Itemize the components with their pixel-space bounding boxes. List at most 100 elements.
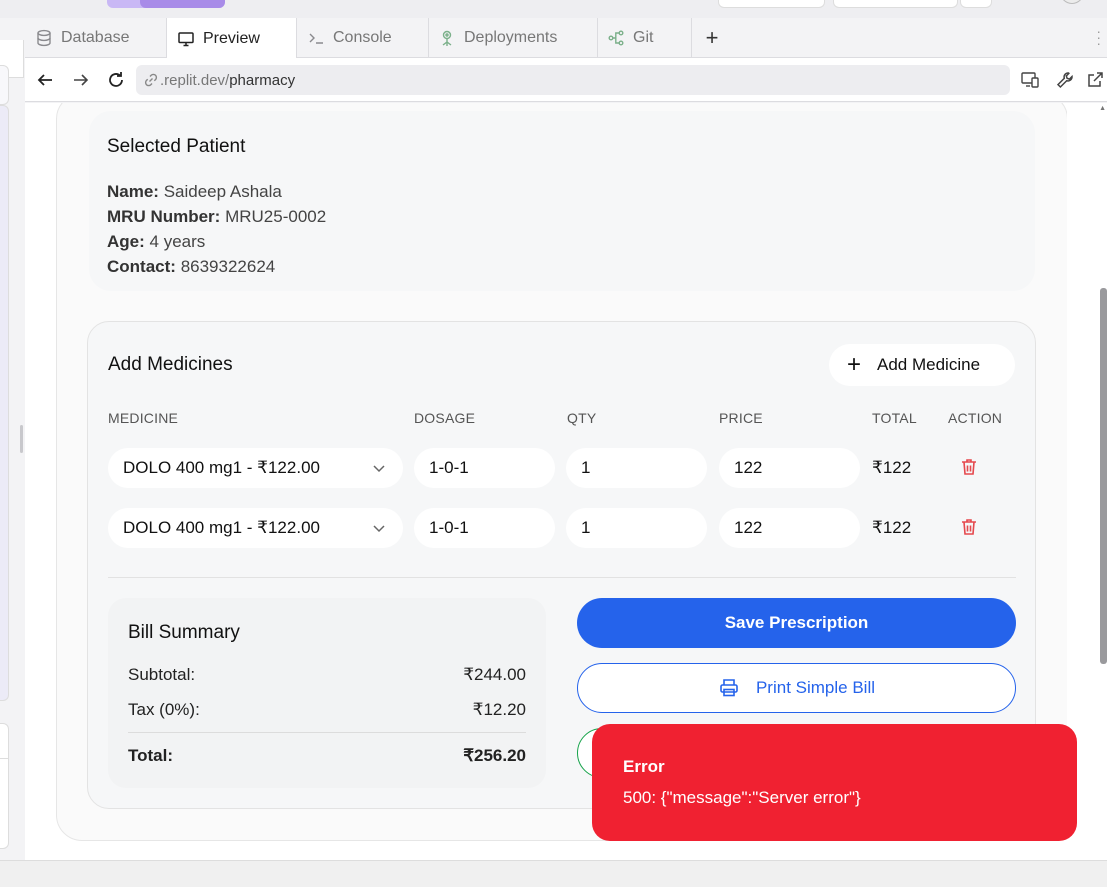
- tab-label: Deployments: [464, 29, 558, 46]
- devtools-button[interactable]: [1055, 70, 1075, 90]
- medicine-select[interactable]: DOLO 400 mg1 - ₹122.00: [108, 508, 403, 548]
- row-total: ₹122: [872, 518, 912, 537]
- toast-message: 500: {"message":"Server error"}: [623, 788, 861, 807]
- tab-deployments[interactable]: Deployments: [428, 18, 597, 58]
- taskbar-strip: [0, 860, 1107, 887]
- tab-label: Git: [633, 29, 654, 46]
- patient-name: Name: Saideep Ashala: [107, 182, 282, 202]
- patient-mru: MRU Number: MRU25-0002: [107, 207, 326, 227]
- devices-icon: [1021, 72, 1039, 88]
- divider: [108, 577, 1016, 578]
- price-input[interactable]: 122: [719, 508, 860, 548]
- monitor-icon: [177, 30, 195, 48]
- reload-button[interactable]: [104, 68, 128, 92]
- tab-console[interactable]: Console: [297, 18, 428, 58]
- chevron-down-icon: [373, 465, 385, 473]
- deployments-icon: [438, 29, 456, 47]
- save-prescription-button[interactable]: Save Prescription: [577, 598, 1016, 648]
- dosage-input[interactable]: 1-0-1: [414, 448, 555, 488]
- print-simple-bill-button[interactable]: Print Simple Bill: [577, 663, 1016, 713]
- arrow-right-icon: [74, 74, 89, 86]
- row-total: ₹122: [872, 458, 912, 477]
- wrench-icon: [1056, 72, 1073, 89]
- subtotal-label: Subtotal:: [128, 665, 196, 684]
- back-button[interactable]: [33, 68, 57, 92]
- tab-label: Preview: [203, 29, 260, 47]
- column-header-total: TOTAL: [872, 410, 917, 426]
- scrollbar-thumb[interactable]: [1100, 288, 1107, 664]
- tab-git[interactable]: Git: [597, 18, 691, 58]
- select-value: DOLO 400 mg1 - ₹122.00: [123, 458, 320, 477]
- subtotal-value: ₹244.00: [463, 665, 526, 684]
- browser-toolbar: .replit.dev/pharmacy: [25, 58, 1107, 102]
- link-icon: [144, 73, 158, 87]
- plus-icon: +: [847, 351, 862, 378]
- price-input[interactable]: 122: [719, 448, 860, 488]
- reload-icon: [109, 72, 123, 87]
- bill-summary: Bill Summary Subtotal: ₹244.00 Tax (0%):…: [108, 598, 546, 788]
- forward-button[interactable]: [69, 68, 93, 92]
- resize-handle[interactable]: [20, 425, 23, 453]
- left-panel-content: [0, 105, 9, 701]
- open-external-button[interactable]: [1085, 70, 1105, 90]
- divider: [0, 758, 9, 759]
- tab-label: Console: [333, 29, 392, 46]
- column-header-price: PRICE: [719, 410, 763, 426]
- select-value: DOLO 400 mg1 - ₹122.00: [123, 518, 320, 537]
- column-header-dosage: DOSAGE: [414, 410, 476, 426]
- field-label: Name:: [107, 182, 159, 201]
- button-label: Add Medicine: [877, 355, 981, 374]
- external-link-icon: [1088, 72, 1103, 87]
- error-toast[interactable]: Error 500: {"message":"Server error"}: [592, 724, 1077, 841]
- section-title: Selected Patient: [107, 136, 246, 157]
- field-value: Saideep Ashala: [163, 182, 282, 201]
- add-tab-button[interactable]: +: [692, 18, 732, 58]
- tab-database[interactable]: Database: [25, 18, 166, 58]
- patient-contact: Contact: 8639322624: [107, 257, 275, 277]
- left-panel-footer: [0, 723, 9, 849]
- field-value: 4 years: [149, 232, 206, 251]
- selected-patient-card: Selected Patient Name: Saideep Ashala MR…: [89, 111, 1035, 291]
- field-value: 8639322624: [180, 257, 276, 276]
- git-icon: [607, 29, 625, 47]
- arrow-left-icon: [37, 74, 52, 86]
- button-label: Print Simple Bill: [755, 678, 876, 697]
- medicine-select[interactable]: DOLO 400 mg1 - ₹122.00: [108, 448, 403, 488]
- delete-row-icon[interactable]: [959, 517, 979, 537]
- tax-label: Tax (0%):: [128, 700, 200, 719]
- url-path: pharmacy: [229, 71, 296, 89]
- left-panel-box: [0, 65, 9, 105]
- dosage-input[interactable]: 1-0-1: [414, 508, 555, 548]
- total-label: Total:: [128, 746, 174, 765]
- top-button[interactable]: [960, 0, 992, 8]
- toast-title: Error: [623, 757, 665, 776]
- top-button[interactable]: [833, 0, 958, 8]
- qty-input[interactable]: 1: [566, 448, 707, 488]
- qty-input[interactable]: 1: [566, 508, 707, 548]
- bill-summary-title: Bill Summary: [128, 622, 240, 643]
- column-header-medicine: MEDICINE: [108, 410, 179, 426]
- field-value: MRU25-0002: [225, 207, 327, 226]
- divider: [128, 732, 526, 733]
- terminal-icon: [307, 29, 325, 47]
- tax-value: ₹12.20: [472, 700, 526, 719]
- url-field[interactable]: .replit.dev/pharmacy: [136, 65, 1010, 95]
- field-label: Age:: [107, 232, 145, 251]
- chevron-down-icon: [373, 525, 385, 533]
- section-title: Add Medicines: [108, 354, 233, 375]
- devices-button[interactable]: [1020, 70, 1040, 90]
- database-icon: [35, 29, 53, 47]
- scroll-up-icon[interactable]: ▲: [1099, 105, 1106, 112]
- patient-age: Age: 4 years: [107, 232, 205, 252]
- tab-preview[interactable]: Preview: [166, 18, 297, 59]
- add-medicine-button[interactable]: + Add Medicine: [829, 344, 1015, 386]
- workspace-pill-active[interactable]: [140, 0, 225, 8]
- tab-label: Database: [61, 29, 130, 46]
- field-label: MRU Number:: [107, 207, 221, 226]
- tab-bar: Database Preview Console Deployments Git…: [25, 18, 1107, 59]
- delete-row-icon[interactable]: [959, 457, 979, 477]
- url-host: .replit.dev/: [160, 71, 230, 89]
- total-value: ₹256.20: [463, 746, 526, 765]
- top-button[interactable]: [718, 0, 825, 8]
- more-options-icon[interactable]: · · ·: [1096, 24, 1101, 50]
